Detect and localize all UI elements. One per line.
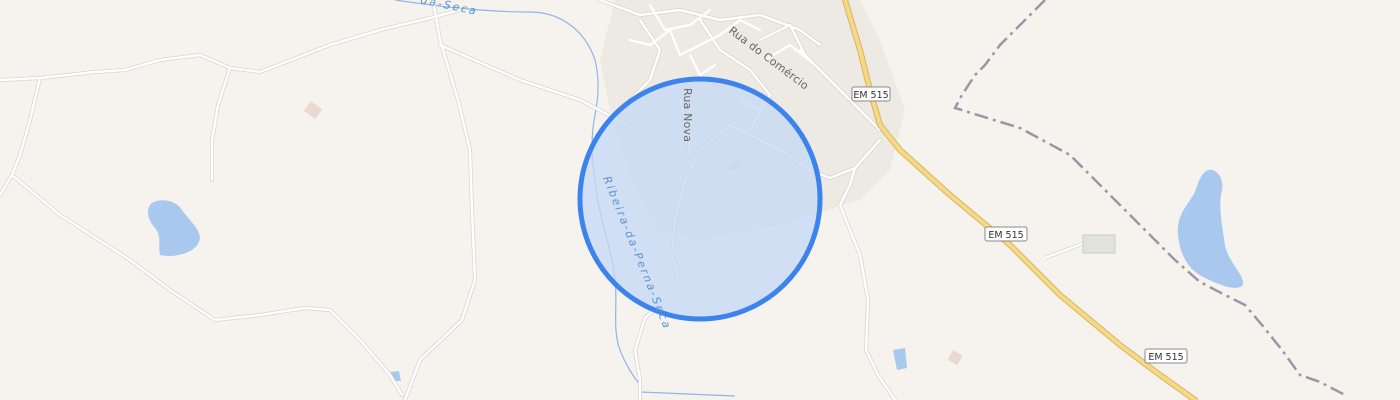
map-svg: Rua Nova Rua do Comércio Ribeira-da-Pern…	[0, 0, 1400, 400]
road-shield-label: EM 515	[853, 90, 888, 101]
road-shield: EM 515	[1144, 348, 1188, 364]
street-label-rua-nova: Rua Nova	[681, 88, 694, 142]
road-shield-label: EM 515	[1148, 352, 1183, 363]
building-east	[1082, 234, 1116, 254]
road-shield: EM 515	[851, 86, 891, 102]
road-shield-label: EM 515	[988, 230, 1023, 241]
road-shield: EM 515	[984, 226, 1028, 242]
map-canvas[interactable]: Rua Nova Rua do Comércio Ribeira-da-Pern…	[0, 0, 1400, 400]
